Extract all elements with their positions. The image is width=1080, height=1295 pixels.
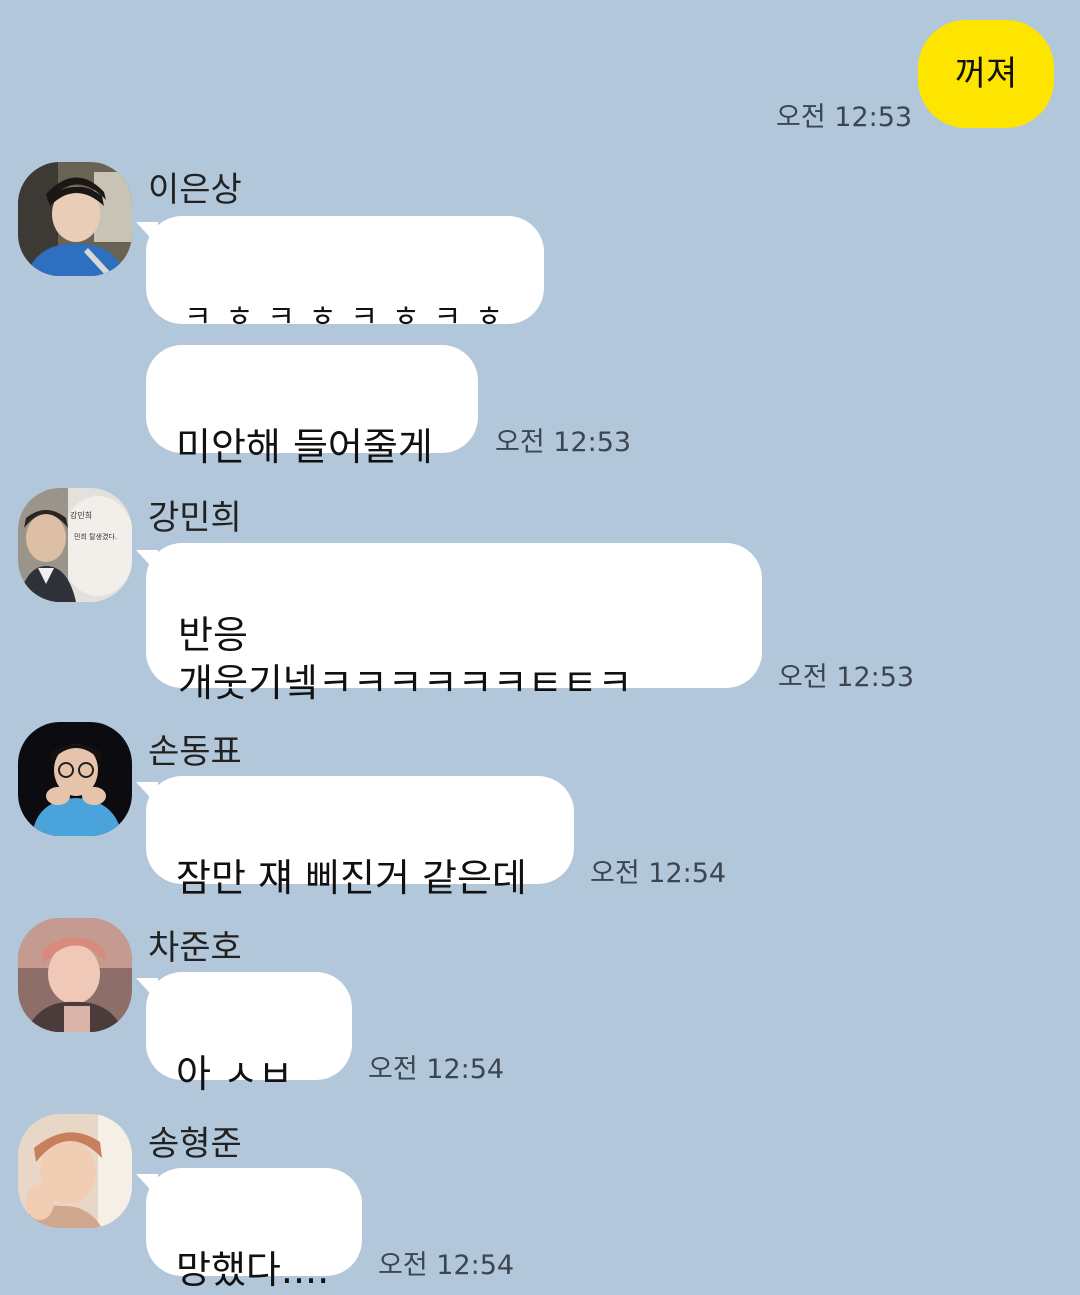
message-time: 오전 12:53	[495, 427, 632, 458]
avatar-minhee[interactable]: 강민희 민희 탈생겼다.	[18, 488, 132, 602]
avatar-hyeongjun[interactable]	[18, 1114, 132, 1228]
chat-area: 꺼져 오전 12:53 이은상 ㅋㅎㅋㅎㅋㅎㅋㅎ 미안해 들어줄게 오전 12:…	[0, 0, 1080, 1295]
profile-photo-icon	[18, 1114, 132, 1228]
message-time: 오전 12:54	[590, 858, 727, 889]
my-message-bubble[interactable]: 꺼져	[918, 20, 1054, 128]
message-text: 미안해 들어줄게	[176, 425, 433, 469]
message-time: 오전 12:53	[778, 662, 915, 693]
sender-name: 이은상	[148, 170, 242, 210]
message-bubble[interactable]: 미안해 들어줄게	[146, 345, 478, 469]
avatar-eunsang[interactable]	[18, 162, 132, 276]
profile-photo-icon	[18, 162, 132, 276]
message-text: 반응 개웃기넼ㅋㅋㅋㅋㅋㅋㅌㅌㅋ	[178, 613, 633, 705]
sender-name: 송형준	[148, 1124, 242, 1164]
profile-photo-icon	[18, 722, 132, 836]
my-message-text: 꺼져	[954, 54, 1018, 94]
message-text: ㅋㅎㅋㅎㅋㅎㅋㅎ	[184, 300, 517, 335]
message-time: 오전 12:54	[368, 1054, 505, 1085]
avatar-junho[interactable]	[18, 918, 132, 1032]
sender-name: 차준호	[148, 928, 242, 968]
profile-photo-icon	[18, 918, 132, 1032]
message-bubble[interactable]: ㅋㅎㅋㅎㅋㅎㅋㅎ	[146, 216, 544, 335]
message-text: 잠만 쟤 삐진거 같은데	[176, 856, 527, 900]
message-bubble[interactable]: 아 ㅅㅂ	[146, 972, 352, 1096]
sender-name: 강민희	[148, 498, 242, 538]
avatar-dongpyo[interactable]	[18, 722, 132, 836]
avatar-caption: 강민희	[70, 511, 93, 520]
message-time: 오전 12:54	[378, 1250, 515, 1281]
message-text: 아 ㅅㅂ	[176, 1052, 293, 1096]
my-message-time: 오전 12:53	[776, 102, 913, 133]
message-bubble[interactable]: 반응 개웃기넼ㅋㅋㅋㅋㅋㅋㅌㅌㅋ	[146, 543, 762, 705]
profile-photo-icon	[18, 488, 132, 602]
message-text: 망했다....	[176, 1248, 330, 1292]
avatar-caption: 민희 탈생겼다.	[74, 533, 118, 541]
message-bubble[interactable]: 망했다....	[146, 1168, 362, 1292]
sender-name: 손동표	[148, 732, 242, 772]
message-bubble[interactable]: 잠만 쟤 삐진거 같은데	[146, 776, 574, 900]
